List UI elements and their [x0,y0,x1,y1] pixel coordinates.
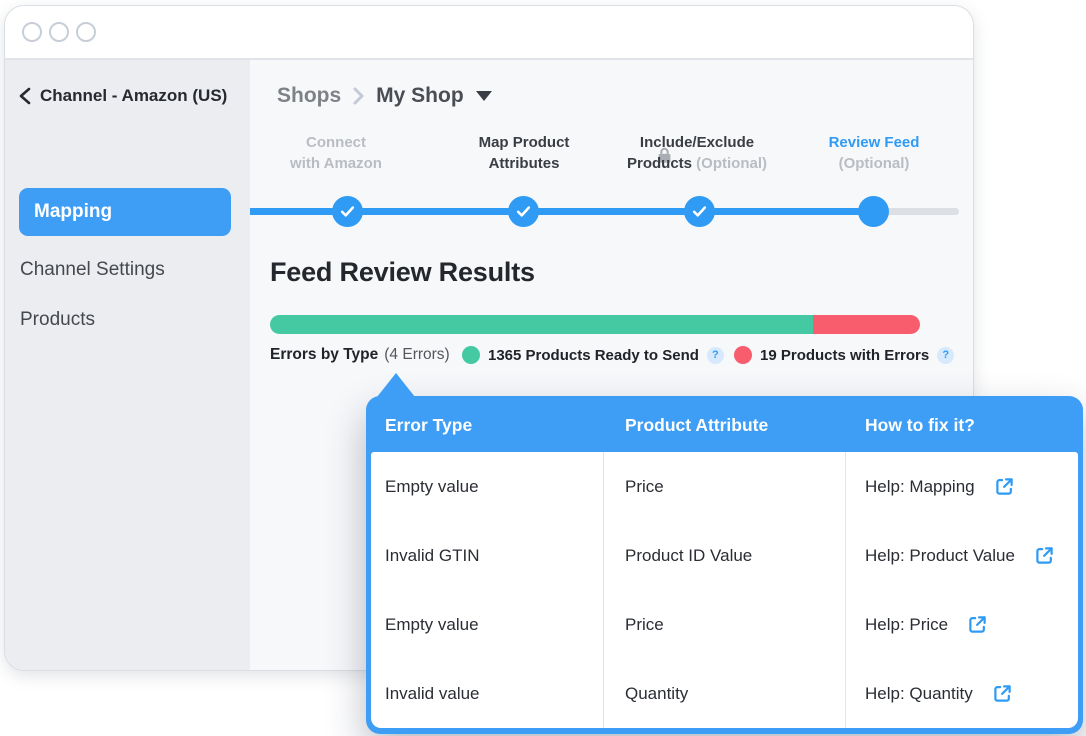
external-link-icon [995,477,1014,496]
error-dot-icon [734,346,752,364]
errors-by-type-label: Errors by Type (4 Errors) [270,346,450,364]
column-header-error-type: Error Type [385,415,472,436]
breadcrumb: Shops My Shop [277,84,492,108]
error-type-cell: Empty value [371,477,603,497]
feed-progress-bar [270,315,920,334]
attribute-cell: Price [603,477,845,497]
legend-errors: 19 Products with Errors ? [734,346,954,364]
errors-popup: Error Type Product Attribute How to fix … [366,396,1083,734]
step-connect-with-amazon[interactable]: Connect with Amazon [290,132,382,174]
table-row: Invalid GTIN Product ID Value Help: Prod… [371,521,1078,590]
breadcrumb-shops-link[interactable]: Shops [277,84,341,108]
caret-down-icon [476,91,492,101]
help-link[interactable]: Help: Mapping [845,477,1078,497]
popup-pointer [377,373,415,397]
chevron-left-icon [18,87,32,105]
window-control-icon[interactable] [22,22,42,42]
help-question-icon[interactable]: ? [707,347,724,364]
window-control-icon[interactable] [49,22,69,42]
chevron-right-icon [352,87,365,105]
ready-dot-icon [462,346,480,364]
help-link[interactable]: Help: Product Value [845,546,1078,566]
table-row: Invalid value Quantity Help: Quantity [371,659,1078,728]
window-titlebar [5,6,973,60]
popup-table-body: Empty value Price Help: Mapping Invalid … [371,452,1078,728]
sidebar-item-channel-settings[interactable]: Channel Settings [20,259,165,281]
step-map-product-attributes[interactable]: Map Product Attributes [479,132,570,174]
column-header-how-to-fix: How to fix it? [865,415,975,436]
error-type-cell: Invalid GTIN [371,546,603,566]
error-type-cell: Empty value [371,615,603,635]
table-row: Empty value Price Help: Price [371,590,1078,659]
shop-selector-label: My Shop [376,84,464,108]
attribute-cell: Price [603,615,845,635]
back-nav[interactable]: Channel - Amazon (US) [18,86,227,106]
help-link[interactable]: Help: Quantity [845,684,1078,704]
legend-row: Errors by Type (4 Errors) 1365 Products … [270,346,960,368]
step-dot-active[interactable] [858,196,889,227]
column-header-product-attribute: Product Attribute [625,415,768,436]
column-divider [603,452,604,728]
help-link[interactable]: Help: Price [845,615,1078,635]
step-dot-check-icon[interactable] [508,196,539,227]
help-question-icon[interactable]: ? [937,347,954,364]
step-review-feed[interactable]: Review Feed (Optional) [829,132,920,174]
table-row: Empty value Price Help: Mapping [371,452,1078,521]
screenshot-stage: Channel - Amazon (US) Mapping Channel Se… [0,0,1086,736]
back-label: Channel - Amazon (US) [40,86,227,106]
error-type-cell: Invalid value [371,684,603,704]
window-control-icon[interactable] [76,22,96,42]
legend-ready: 1365 Products Ready to Send ? [462,346,724,364]
popup-table-header: Error Type Product Attribute How to fix … [366,396,1083,452]
external-link-icon [968,615,987,634]
sidebar: Channel - Amazon (US) Mapping Channel Se… [5,60,250,670]
sidebar-item-mapping[interactable]: Mapping [19,188,231,236]
sidebar-item-products[interactable]: Products [20,309,95,331]
page-title: Feed Review Results [270,257,535,288]
step-dot-check-icon[interactable] [684,196,715,227]
attribute-cell: Product ID Value [603,546,845,566]
progress-ready-segment [270,315,813,334]
step-dot-check-icon[interactable] [332,196,363,227]
progress-error-segment [813,315,920,334]
step-include-exclude-products[interactable]: Include/Exclude Products (Optional) [627,132,767,174]
column-divider [845,452,846,728]
external-link-icon [1035,546,1054,565]
external-link-icon [993,684,1012,703]
shop-selector[interactable]: My Shop [376,84,492,108]
attribute-cell: Quantity [603,684,845,704]
